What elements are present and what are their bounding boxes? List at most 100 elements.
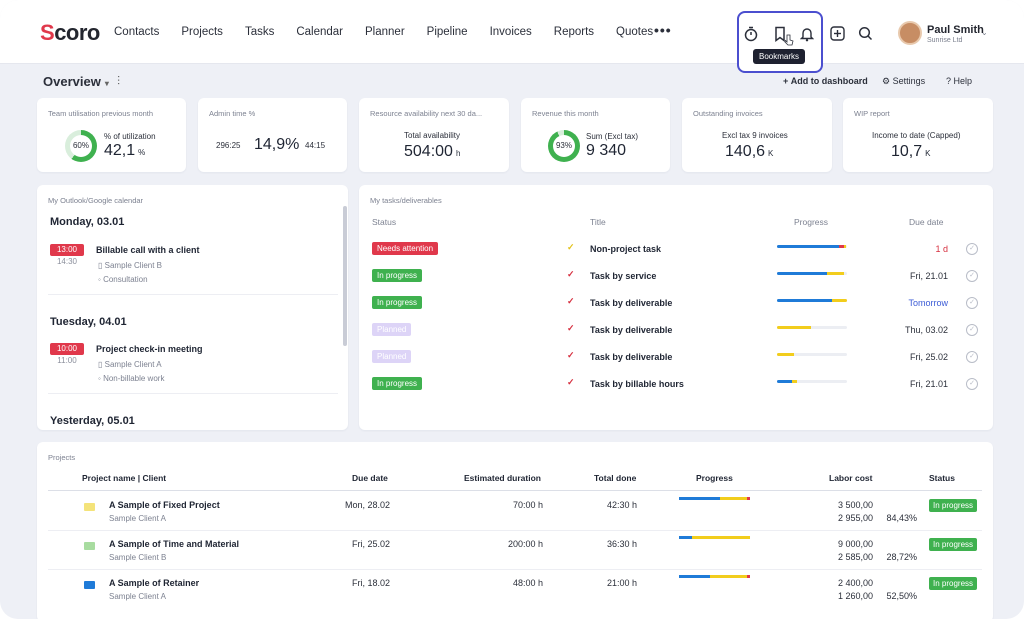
check-icon[interactable]: ✓	[567, 269, 575, 280]
projects-header-status[interactable]: Status	[929, 473, 955, 483]
calendar-event-title[interactable]: Project check-in meeting	[96, 344, 203, 354]
task-title[interactable]: Non-project task	[590, 244, 661, 254]
task-title[interactable]: Task by deliverable	[590, 352, 672, 362]
check-icon[interactable]: ✓	[567, 350, 575, 361]
nav-quotes[interactable]: Quotes	[616, 26, 653, 38]
main-nav: Contacts Projects Tasks Calendar Planner…	[114, 26, 675, 38]
tasks-header-due-date[interactable]: Due date	[909, 217, 944, 227]
add-to-dashboard-button[interactable]: + Add to dashboard	[783, 76, 868, 86]
project-progress-bar	[679, 497, 750, 500]
more-menu-icon[interactable]: •••	[654, 22, 672, 38]
calendar-event-title[interactable]: Billable call with a client	[96, 245, 200, 255]
project-total-done: 42:30 h	[606, 500, 637, 510]
project-labor-cost: 9 000,00	[837, 539, 873, 549]
nav-pipeline[interactable]: Pipeline	[427, 26, 468, 38]
task-title[interactable]: Task by deliverable	[590, 325, 672, 335]
projects-header-labor[interactable]: Labor cost	[829, 473, 872, 483]
task-title[interactable]: Task by deliverable	[590, 298, 672, 308]
kpi-card-admin-time[interactable]: Admin time % 296:25 14,9% 44:15	[198, 98, 347, 172]
project-labor-actual: 1 260,00	[837, 591, 873, 601]
kpi-card-utilisation[interactable]: Team utilisation previous month 60% % of…	[37, 98, 186, 172]
complete-task-icon[interactable]: ✓	[966, 297, 978, 309]
task-title[interactable]: Task by service	[590, 271, 656, 281]
nav-planner[interactable]: Planner	[365, 26, 405, 38]
project-status-badge: In progress	[929, 577, 978, 590]
user-name[interactable]: Paul Smith	[927, 24, 984, 36]
tasks-header-title[interactable]: Title	[590, 217, 606, 227]
timer-icon[interactable]	[743, 26, 759, 46]
settings-button[interactable]: ⚙ Settings	[882, 76, 925, 87]
complete-task-icon[interactable]: ✓	[966, 324, 978, 336]
projects-header-due[interactable]: Due date	[352, 473, 388, 483]
task-progress-bar	[777, 245, 847, 248]
project-name[interactable]: A Sample of Time and Material	[109, 539, 239, 549]
nav-tasks[interactable]: Tasks	[245, 26, 274, 38]
project-labor-percent: 52,50%	[886, 591, 917, 601]
tasks-header-progress[interactable]: Progress	[794, 217, 828, 227]
tag-icon: ◦	[98, 275, 101, 284]
task-due-date: Tomorrow	[908, 298, 948, 308]
kpi-card-revenue[interactable]: Revenue this month 93% Sum (Excl tax) 9 …	[521, 98, 670, 172]
top-navigation-bar: Scoro Contacts Projects Tasks Calendar P…	[0, 0, 1024, 73]
projects-header-total[interactable]: Total done	[594, 473, 636, 483]
project-estimated-duration: 48:00 h	[512, 578, 543, 588]
complete-task-icon[interactable]: ✓	[966, 378, 978, 390]
task-progress-bar	[777, 326, 847, 329]
project-due-date: Fri, 18.02	[351, 578, 390, 588]
scoro-logo[interactable]: Scoro	[40, 20, 100, 46]
nav-projects[interactable]: Projects	[181, 26, 223, 38]
filter-sliders-icon[interactable]: ⫶	[117, 74, 120, 89]
calendar-scrollbar[interactable]	[343, 206, 347, 346]
user-company: Sunrise Ltd	[927, 37, 963, 44]
task-title[interactable]: Task by billable hours	[590, 379, 684, 389]
check-icon[interactable]: ✓	[567, 242, 575, 253]
nav-calendar[interactable]: Calendar	[296, 26, 343, 38]
nav-reports[interactable]: Reports	[554, 26, 594, 38]
check-icon[interactable]: ✓	[567, 296, 575, 307]
check-icon[interactable]: ✓	[567, 323, 575, 334]
task-due-date: Thu, 03.02	[904, 325, 948, 335]
divider	[48, 530, 982, 531]
avatar[interactable]	[898, 21, 922, 45]
task-status-badge: Planned	[372, 323, 412, 336]
kpi-card-resource-availability[interactable]: Resource availability next 30 da... Tota…	[359, 98, 509, 172]
nav-invoices[interactable]: Invoices	[490, 26, 532, 38]
complete-task-icon[interactable]: ✓	[966, 243, 978, 255]
search-icon[interactable]	[858, 26, 873, 45]
complete-task-icon[interactable]: ✓	[966, 351, 978, 363]
project-name[interactable]: A Sample of Retainer	[109, 578, 199, 588]
project-name[interactable]: A Sample of Fixed Project	[109, 500, 220, 510]
help-button[interactable]: ? Help	[946, 76, 972, 86]
calendar-event-client: ▯ Sample Client A	[98, 360, 162, 369]
bell-icon[interactable]	[799, 26, 815, 46]
bookmarks-tooltip: Bookmarks	[753, 49, 806, 64]
calendar-day-heading: Monday, 03.01	[50, 216, 125, 228]
chevron-down-icon[interactable]: ⌄	[981, 28, 988, 37]
tasks-header-status[interactable]: Status	[372, 217, 396, 227]
project-status-badge: In progress	[929, 538, 978, 551]
project-labor-actual: 2 585,00	[837, 552, 873, 562]
page-title[interactable]: Overview ▾	[43, 74, 109, 89]
check-icon[interactable]: ✓	[567, 377, 575, 388]
project-client[interactable]: Sample Client A	[109, 592, 166, 601]
task-progress-bar	[777, 299, 847, 302]
app-frame: Scoro Contacts Projects Tasks Calendar P…	[0, 0, 1024, 619]
project-labor-percent: 84,43%	[886, 513, 917, 523]
kpi-card-wip-report[interactable]: WIP report Income to date (Capped) 10,7 K	[843, 98, 993, 172]
projects-header-progress[interactable]: Progress	[696, 473, 733, 483]
nav-contacts[interactable]: Contacts	[114, 26, 159, 38]
event-end-time: 14:30	[56, 257, 78, 266]
divider	[48, 490, 982, 491]
kpi-card-outstanding-invoices[interactable]: Outstanding invoices Excl tax 9 invoices…	[682, 98, 832, 172]
add-icon[interactable]	[830, 26, 845, 45]
task-status-badge: In progress	[372, 296, 423, 309]
project-client[interactable]: Sample Client B	[109, 553, 166, 562]
projects-header-estimated[interactable]: Estimated duration	[464, 473, 541, 483]
event-end-time: 11:00	[57, 356, 77, 365]
projects-header-name[interactable]: Project name | Client	[82, 473, 166, 483]
project-icon	[84, 542, 95, 550]
project-icon	[84, 503, 95, 511]
event-start-time: 13:00	[50, 244, 84, 256]
complete-task-icon[interactable]: ✓	[966, 270, 978, 282]
project-client[interactable]: Sample Client A	[109, 514, 166, 523]
